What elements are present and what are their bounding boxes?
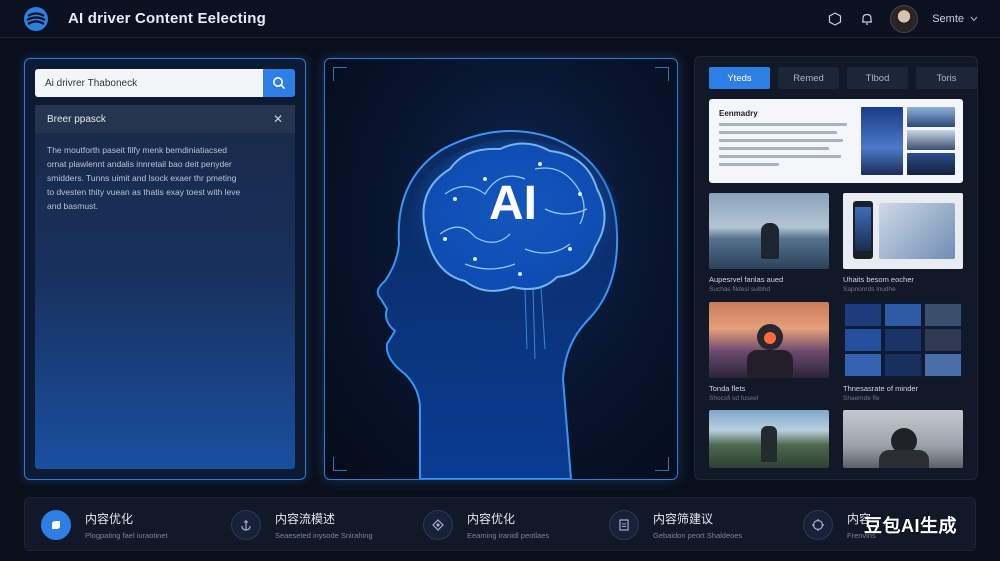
tab-yteds[interactable]: Yteds bbox=[709, 67, 770, 89]
feature-item[interactable]: 内容优化 Plogpating fael iuraotinet bbox=[41, 498, 168, 552]
gallery-item[interactable] bbox=[843, 410, 963, 468]
search-bar bbox=[35, 69, 295, 97]
text-line bbox=[719, 139, 843, 142]
feature-title: Eenmadry bbox=[719, 109, 758, 118]
top-header: AI driver Content Eelecting Semte bbox=[0, 0, 1000, 38]
text-line bbox=[719, 123, 847, 126]
ai-label: AI bbox=[489, 177, 537, 230]
result-line: smidders. Tunns uimit and lsock exaer th… bbox=[47, 173, 237, 183]
result-text: The moutforth paseit filfy menk bemdinia… bbox=[35, 133, 295, 223]
feature-subtitle: Seaeseted inysode Snirahing bbox=[275, 531, 373, 540]
ai-head-illustration: AI bbox=[376, 130, 620, 479]
optimize-icon bbox=[41, 510, 71, 540]
feature-subtitle: Eeaming iranidl peotlaes bbox=[467, 531, 550, 540]
gallery-item[interactable] bbox=[709, 410, 829, 468]
text-line bbox=[719, 163, 779, 166]
gallery-thumbnail bbox=[843, 193, 963, 269]
chevron-down-icon bbox=[970, 16, 978, 21]
user-menu[interactable]: Semte bbox=[932, 13, 978, 25]
gallery-thumbnail bbox=[709, 193, 829, 269]
content-gallery-panel: Yteds Remed Tlbod Toris Eenmadry Aupesrv… bbox=[694, 56, 978, 480]
text-line bbox=[719, 131, 837, 134]
feature-subtitle: Plogpating fael iuraotinet bbox=[85, 531, 168, 540]
watermark: 豆包AI生成 bbox=[864, 516, 957, 536]
tab-toris[interactable]: Toris bbox=[916, 67, 977, 89]
gallery-caption: Uhaits besom eocher bbox=[843, 275, 914, 284]
hexagon-icon[interactable] bbox=[826, 10, 844, 28]
tab-tlbod[interactable]: Tlbod bbox=[847, 67, 908, 89]
search-button[interactable] bbox=[263, 69, 295, 97]
gallery-subcaption: Shaemde fle bbox=[843, 395, 880, 402]
close-icon[interactable]: ✕ bbox=[273, 112, 283, 126]
result-header: Breer ppasck ✕ bbox=[35, 105, 295, 133]
gallery-item[interactable]: Thnesasrate of minder Shaemde fle bbox=[843, 302, 963, 402]
result-card: Breer ppasck ✕ The moutforth paseit filf… bbox=[35, 105, 295, 469]
feature-item[interactable]: 内容筛建议 Gebaidon peort Shaldeoes bbox=[609, 498, 742, 552]
target-icon bbox=[803, 510, 833, 540]
search-icon bbox=[273, 77, 286, 90]
anchor-icon bbox=[231, 510, 261, 540]
document-icon bbox=[609, 510, 639, 540]
gallery-subcaption: Shocsfi sd fuseel bbox=[709, 395, 759, 402]
avatar[interactable] bbox=[890, 4, 919, 33]
result-line: and basmust. bbox=[47, 201, 99, 211]
feature-item[interactable]: 内容流模述 Seaeseted inysode Snirahing bbox=[231, 498, 373, 552]
gallery-subcaption: Sapnonrds lnudhe bbox=[843, 286, 896, 293]
diamond-icon bbox=[423, 510, 453, 540]
gallery-thumbnail bbox=[709, 302, 829, 378]
gallery-item[interactable]: Aupesrvel fanlas aued Suchas Ndesl sulbh… bbox=[709, 193, 829, 293]
search-input[interactable] bbox=[35, 69, 263, 97]
result-heading: Breer ppasck bbox=[47, 113, 106, 125]
gallery-item[interactable]: Tonda flets Shocsfi sd fuseel bbox=[709, 302, 829, 402]
gallery-subcaption: Suchas Ndesl sulbhd bbox=[709, 286, 771, 293]
feature-thumbnail bbox=[907, 153, 955, 175]
feature-title: 内容优化 bbox=[467, 512, 516, 526]
gallery-caption: Thnesasrate of minder bbox=[843, 384, 919, 393]
feature-title: 内容筛建议 bbox=[653, 512, 714, 526]
text-line bbox=[719, 155, 841, 158]
gallery-thumbnail bbox=[709, 410, 829, 468]
feature-subtitle: Gebaidon peort Shaldeoes bbox=[653, 531, 743, 540]
gallery-tabs: Yteds Remed Tlbod Toris bbox=[709, 67, 977, 89]
result-line: ornat plawlennt andalis innretail bao de… bbox=[47, 159, 232, 169]
result-line: The moutforth paseit filfy menk bemdinia… bbox=[47, 145, 228, 155]
result-line: to dvesten thity vuean as thatis exay to… bbox=[47, 187, 241, 197]
search-panel: Breer ppasck ✕ The moutforth paseit filf… bbox=[24, 58, 306, 480]
gallery-caption: Aupesrvel fanlas aued bbox=[709, 275, 784, 284]
feature-thumbnail bbox=[861, 107, 903, 175]
feature-title: 内容优化 bbox=[85, 512, 134, 526]
app-title: AI driver Content Eelecting bbox=[68, 10, 266, 27]
feature-card[interactable]: Eenmadry bbox=[709, 99, 963, 183]
header-actions: Semte bbox=[826, 4, 978, 33]
feature-bar: 内容优化 Plogpating fael iuraotinet 内容流模述 Se… bbox=[24, 497, 976, 551]
tab-remed[interactable]: Remed bbox=[778, 67, 839, 89]
gallery-caption: Tonda flets bbox=[709, 384, 746, 393]
text-line bbox=[719, 147, 829, 150]
feature-item[interactable]: 内容优化 Eeaming iranidl peotlaes bbox=[423, 498, 549, 552]
feature-thumbnail bbox=[907, 107, 955, 127]
bell-icon[interactable] bbox=[858, 10, 876, 28]
gallery-thumbnail bbox=[843, 410, 963, 468]
user-name: Semte bbox=[932, 12, 964, 25]
app-logo-icon[interactable] bbox=[22, 5, 50, 33]
ai-brain-visual: AI bbox=[324, 58, 678, 480]
gallery-thumbnail bbox=[843, 302, 963, 378]
gallery-item[interactable]: Uhaits besom eocher Sapnonrds lnudhe bbox=[843, 193, 963, 293]
feature-title: 内容流模述 bbox=[275, 512, 336, 526]
feature-thumbnail bbox=[907, 130, 955, 150]
